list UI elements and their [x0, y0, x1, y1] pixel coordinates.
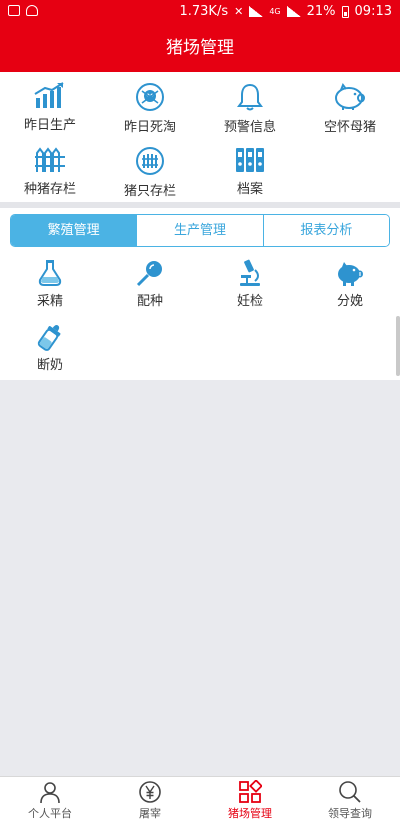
nav-leader-query[interactable]: 领导查询 — [300, 777, 400, 822]
wifi-icon — [26, 5, 38, 16]
tab-production-management[interactable]: 生产管理 — [136, 215, 263, 246]
mute-icon: ✕ — [234, 5, 244, 18]
menu-semen-collection[interactable]: 采精 — [0, 258, 100, 309]
nav-label: 领导查询 — [328, 807, 372, 820]
nav-slaughter[interactable]: 屠宰 — [100, 777, 200, 822]
production-chart-icon — [34, 82, 64, 108]
nav-label: 个人平台 — [28, 807, 72, 820]
network-speed: 1.73K/s — [179, 4, 229, 19]
menu-farrowing[interactable]: 分娩 — [300, 258, 400, 309]
skull-icon — [136, 83, 164, 111]
menu-warning-info[interactable]: 预警信息 — [200, 82, 300, 135]
menu-archives[interactable]: 档案 — [200, 146, 300, 197]
tab-bar: 繁殖管理 生产管理 报表分析 — [0, 208, 400, 254]
bell-icon — [237, 83, 263, 111]
menu-label: 分娩 — [336, 294, 363, 309]
menu-pig-stock[interactable]: 猪只存栏 — [100, 146, 200, 199]
pig-icon — [335, 82, 365, 110]
menu-label: 空怀母猪 — [323, 120, 376, 135]
scroll-handle[interactable] — [396, 316, 400, 376]
menu-pregnancy-check[interactable]: 妊检 — [200, 258, 300, 309]
page-title: 猪场管理 — [0, 24, 400, 72]
pen-fence-icon — [136, 147, 164, 175]
menu-yesterday-production[interactable]: 昨日生产 — [0, 82, 100, 133]
signal-icon — [249, 6, 264, 17]
grid-icon — [239, 780, 262, 803]
nav-farm-management[interactable]: 猪场管理 — [200, 777, 300, 822]
flask-icon — [38, 260, 62, 286]
menu-yesterday-deaths[interactable]: 昨日死淘 — [100, 82, 200, 135]
battery-icon — [341, 5, 349, 18]
menu-label: 妊检 — [236, 294, 263, 309]
menu-label: 昨日死淘 — [123, 120, 176, 135]
quick-menu: 昨日生产 昨日死淘 预警信息 空怀母猪 种猪存栏 猪只存栏 档案 — [0, 72, 400, 202]
piglet-icon — [338, 262, 363, 286]
menu-weaning[interactable]: 断奶 — [0, 322, 100, 373]
nav-personal-platform[interactable]: 个人平台 — [0, 777, 100, 822]
nav-label: 屠宰 — [139, 807, 161, 820]
tab-breeding-management[interactable]: 繁殖管理 — [11, 215, 137, 246]
status-bar: 1.73K/s ✕ 4G 21% 09:13 — [0, 0, 400, 24]
fence-icon — [35, 147, 65, 172]
menu-label: 昨日生产 — [23, 118, 76, 133]
menu-label: 档案 — [236, 182, 263, 197]
menu-mating[interactable]: 配种 — [100, 258, 200, 309]
nav-label: 猪场管理 — [228, 807, 272, 820]
breeding-menu: 采精 配种 妊检 分娩 断奶 — [0, 254, 400, 380]
menu-label: 预警信息 — [223, 120, 276, 135]
bottom-navigation: 个人平台 屠宰 猪场管理 领导查询 — [0, 776, 400, 822]
menu-label: 配种 — [136, 294, 163, 309]
menu-label: 种猪存栏 — [23, 182, 76, 197]
yen-icon — [139, 781, 161, 803]
syringe-icon — [136, 261, 162, 287]
clock: 09:13 — [354, 4, 392, 19]
network-type: 4G — [269, 7, 281, 16]
signal-icon-2 — [286, 6, 301, 17]
menu-label: 猪只存栏 — [123, 184, 176, 199]
menu-label: 采精 — [36, 294, 63, 309]
gallery-icon — [8, 5, 20, 16]
menu-breeding-stock[interactable]: 种猪存栏 — [0, 146, 100, 197]
menu-label: 断奶 — [36, 358, 63, 373]
binder-icon — [236, 148, 264, 172]
microscope-icon — [240, 259, 260, 286]
baby-bottle-icon — [37, 325, 61, 351]
battery-percent: 21% — [306, 4, 336, 19]
tab-report-analysis[interactable]: 报表分析 — [262, 215, 389, 246]
person-icon — [40, 782, 60, 804]
search-icon — [339, 781, 361, 803]
menu-empty-sow[interactable]: 空怀母猪 — [300, 82, 400, 135]
